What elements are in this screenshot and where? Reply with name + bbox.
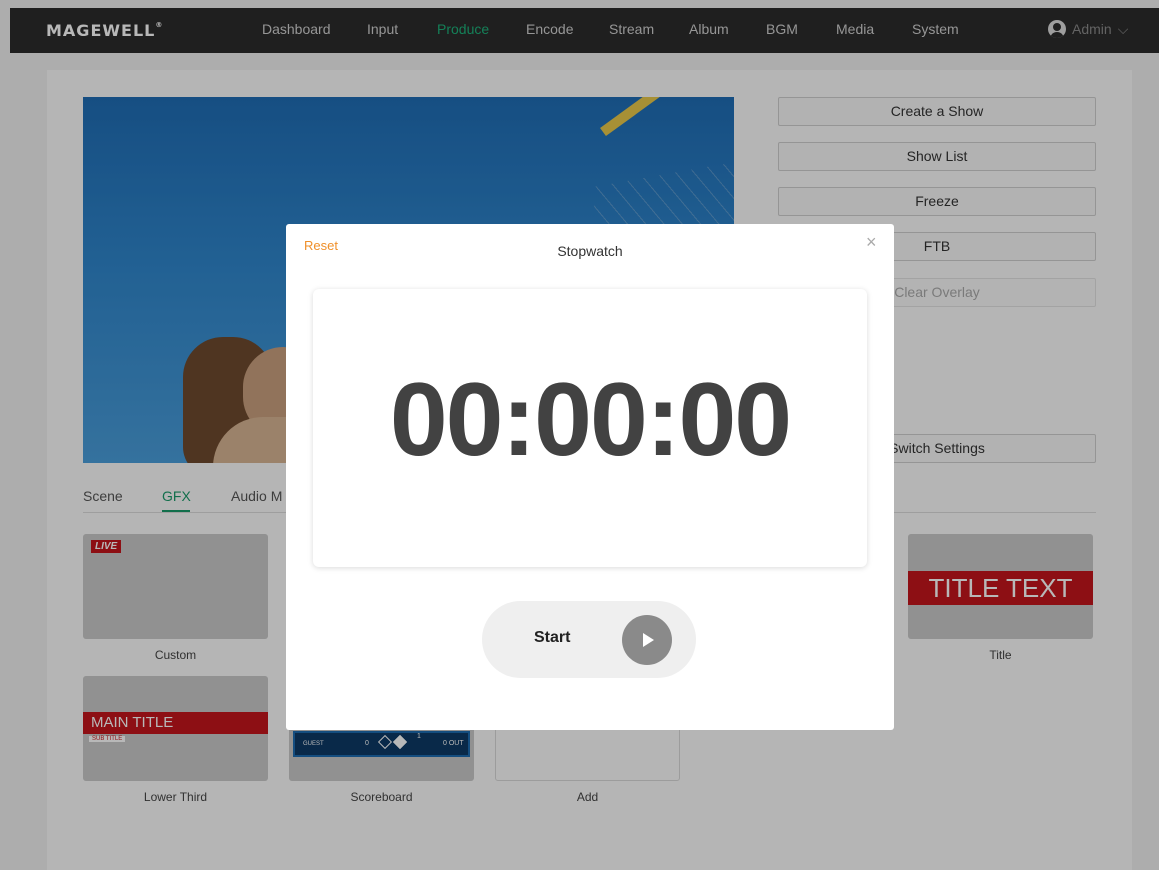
close-icon[interactable]: × bbox=[866, 233, 877, 251]
play-icon bbox=[622, 615, 672, 665]
stopwatch-time: 00:00:00 bbox=[389, 362, 792, 478]
start-label: Start bbox=[534, 629, 571, 646]
start-button[interactable]: Start bbox=[482, 601, 696, 678]
dialog-title: Stopwatch bbox=[557, 243, 623, 259]
timer-display-box: 00:00:00 bbox=[313, 289, 867, 567]
stopwatch-dialog: Reset Stopwatch × 00:00:00 Start bbox=[286, 224, 894, 730]
